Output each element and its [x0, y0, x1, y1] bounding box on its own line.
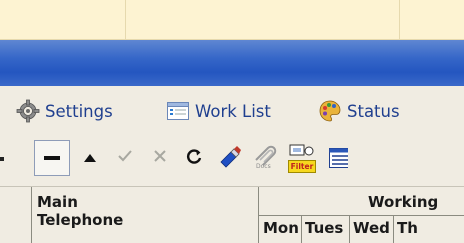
close-icon — [151, 147, 169, 169]
strip-cell — [126, 0, 400, 40]
column-header-mon[interactable]: Mon — [263, 219, 299, 237]
filter-button[interactable]: Filter — [284, 140, 320, 176]
eraser-icon — [218, 144, 242, 172]
menu-bar: Settings Work List Status — [0, 86, 464, 136]
toolbar-grip — [0, 157, 4, 161]
refresh-icon — [186, 147, 204, 169]
confirm-button[interactable] — [107, 140, 143, 176]
attach-badge: Docs — [256, 163, 271, 170]
edit-button[interactable] — [212, 140, 248, 176]
menu-settings-label: Settings — [45, 101, 113, 121]
delete-row-button[interactable] — [34, 140, 70, 176]
column-header-telephone-label: Telephone — [37, 211, 124, 229]
minus-icon — [44, 156, 60, 160]
refresh-button[interactable] — [177, 140, 213, 176]
column-header-tues[interactable]: Tues — [305, 219, 343, 237]
toolbar: Docs Filter — [0, 136, 464, 182]
list-window-icon — [166, 99, 190, 123]
triangle-up-icon — [84, 154, 96, 162]
column-header-thu[interactable]: Th — [397, 219, 418, 237]
column-header-main-telephone[interactable]: Main Telephone — [37, 193, 123, 229]
column-header-main-label: Main — [37, 193, 78, 211]
move-up-button[interactable] — [72, 140, 108, 176]
attach-button[interactable]: Docs — [247, 140, 283, 176]
menu-settings[interactable]: Settings — [16, 98, 113, 124]
row-selector-column — [0, 187, 32, 243]
list-view-icon — [328, 146, 348, 170]
gear-icon — [16, 99, 40, 123]
strip-cell — [0, 0, 126, 40]
paperclip-icon: Docs — [252, 144, 278, 172]
window-title-bar — [0, 40, 464, 86]
palette-icon — [318, 99, 342, 123]
menu-status[interactable]: Status — [318, 98, 400, 124]
filter-badge: Filter — [288, 160, 316, 173]
menu-worklist[interactable]: Work List — [166, 98, 271, 124]
checkmark-icon — [116, 147, 134, 169]
top-strip — [0, 0, 464, 40]
grid-header: Main Telephone Working Mon Tues Wed Th — [0, 186, 464, 243]
column-header-wed[interactable]: Wed — [353, 219, 390, 237]
list-view-button[interactable] — [320, 140, 356, 176]
filter-icon: Filter — [288, 143, 316, 173]
column-header-working: Working — [368, 193, 439, 211]
cancel-button[interactable] — [142, 140, 178, 176]
menu-worklist-label: Work List — [195, 101, 271, 121]
menu-status-label: Status — [347, 101, 400, 121]
